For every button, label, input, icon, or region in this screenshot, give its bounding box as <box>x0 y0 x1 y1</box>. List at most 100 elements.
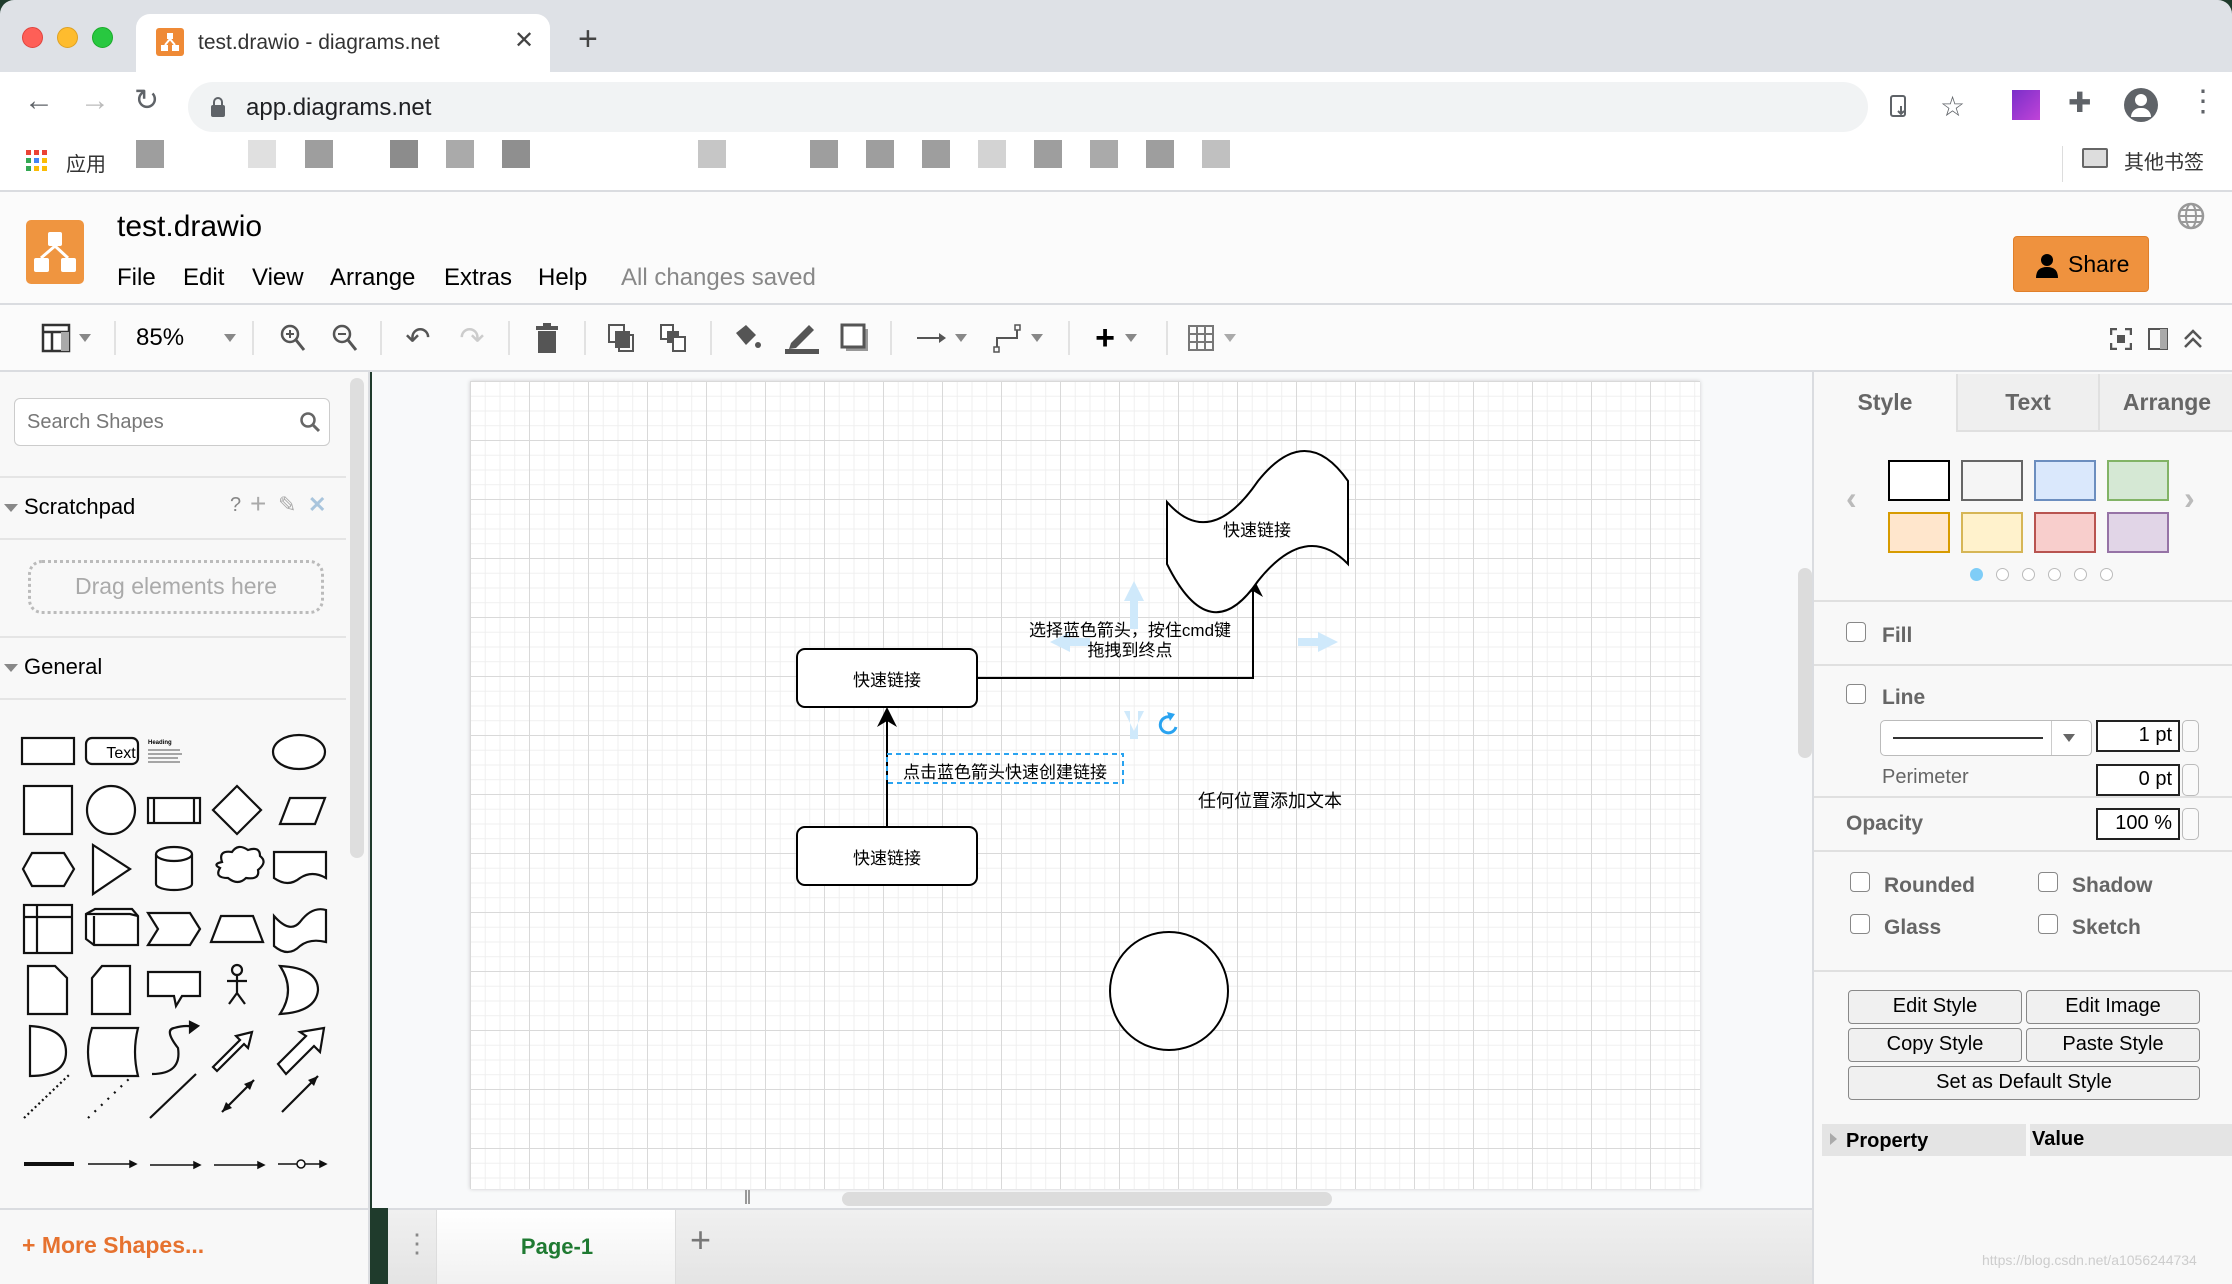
back-icon[interactable]: ← <box>24 86 54 116</box>
reload-icon[interactable]: ↻ <box>134 86 159 116</box>
rounded-checkbox[interactable] <box>1850 872 1870 892</box>
shape-bidirectional-arrow[interactable] <box>211 1030 254 1073</box>
document-title[interactable]: test.drawio <box>117 210 262 244</box>
search-icon[interactable] <box>299 411 321 433</box>
undo-icon[interactable]: ↶ <box>400 319 436 357</box>
search-shapes-input[interactable]: Search Shapes <box>14 398 330 446</box>
apps-bookmark[interactable]: 应用 <box>66 148 106 177</box>
swatch-page-dot[interactable] <box>2048 568 2061 581</box>
star-icon[interactable]: ☆ <box>1940 90 1965 123</box>
bookmark-item[interactable] <box>136 140 164 168</box>
shape-callout[interactable] <box>146 970 202 1010</box>
extension-rp-icon[interactable] <box>2012 90 2040 120</box>
waypoints-button[interactable] <box>988 319 1048 357</box>
fill-checkbox[interactable] <box>1846 622 1866 642</box>
scratchpad-header[interactable]: Scratchpad ? + ✎ ✕ <box>0 476 346 538</box>
close-window-button[interactable] <box>22 27 43 48</box>
shape-dashed-line[interactable] <box>23 1073 71 1119</box>
menu-arrange[interactable]: Arrange <box>330 264 415 292</box>
paste-style-button[interactable]: Paste Style <box>2026 1028 2200 1062</box>
shape-actor[interactable] <box>227 963 247 1005</box>
shape-hexagon[interactable] <box>21 851 76 888</box>
swatch-page-dot[interactable] <box>1970 568 1983 581</box>
shape-circle[interactable] <box>85 784 137 836</box>
bookmark-item[interactable] <box>390 140 418 168</box>
share-button[interactable]: Share <box>2013 236 2149 292</box>
puzzle-icon[interactable]: ✚ <box>2068 86 2091 119</box>
zoom-in-button[interactable] <box>276 319 310 357</box>
tab-text[interactable]: Text <box>1956 374 2098 432</box>
shape-note[interactable] <box>26 964 69 1016</box>
add-page-icon[interactable]: + <box>690 1222 711 1258</box>
shape-internal-storage[interactable] <box>22 903 74 955</box>
swatch-page-dot[interactable] <box>1996 568 2009 581</box>
menu-help[interactable]: Help <box>538 264 587 292</box>
more-icon[interactable]: ⋮ <box>2188 84 2218 119</box>
shape-and[interactable] <box>28 1024 68 1078</box>
style-swatch[interactable] <box>1961 512 2023 553</box>
shape-parallelogram[interactable] <box>278 796 327 826</box>
address-bar[interactable]: app.diagrams.net ☆ <box>188 82 1965 132</box>
shape-cloud[interactable] <box>215 845 265 884</box>
shape-thick-link[interactable] <box>24 1162 74 1166</box>
bookmark-item[interactable] <box>866 140 894 168</box>
new-tab-button[interactable]: + <box>578 22 598 56</box>
language-globe-icon[interactable] <box>2177 202 2205 230</box>
style-swatch[interactable] <box>1961 460 2023 501</box>
shape-or[interactable] <box>277 964 320 1016</box>
edit-pencil-icon[interactable]: ✎ <box>278 492 296 518</box>
shape-data-storage[interactable] <box>86 1026 140 1078</box>
browser-tab[interactable]: test.drawio - diagrams.net ✕ <box>136 14 550 72</box>
copy-style-button[interactable]: Copy Style <box>1848 1028 2022 1062</box>
line-color-button[interactable] <box>782 319 822 357</box>
swatch-page-dot[interactable] <box>2074 568 2087 581</box>
bookmark-item[interactable] <box>1146 140 1174 168</box>
shape-text[interactable]: Text <box>106 745 136 762</box>
bookmark-item[interactable] <box>810 140 838 168</box>
connection-style-button[interactable] <box>912 319 972 357</box>
menu-extras[interactable]: Extras <box>444 264 512 292</box>
shape-diamond[interactable] <box>211 784 263 836</box>
general-header[interactable]: General <box>0 636 346 698</box>
minimize-window-button[interactable] <box>57 27 78 48</box>
bookmark-item[interactable] <box>248 140 276 168</box>
glass-checkbox[interactable] <box>1850 914 1870 934</box>
shadow-checkbox[interactable] <box>2038 872 2058 892</box>
menu-edit[interactable]: Edit <box>183 264 224 292</box>
diagram-page[interactable]: 快速链接 快速链接 快速链接 选择蓝色箭头，按住cmd键 拖拽到终点 点击蓝色箭… <box>470 381 1700 1189</box>
edit-style-button[interactable]: Edit Style <box>1848 990 2022 1024</box>
line-pattern-select[interactable] <box>1880 720 2092 756</box>
bookmark-item[interactable] <box>1090 140 1118 168</box>
install-icon[interactable] <box>1888 94 1910 120</box>
tab-style[interactable]: Style <box>1814 374 1956 432</box>
opacity-input[interactable]: 100 % <box>2096 808 2180 840</box>
menu-file[interactable]: File <box>117 264 156 292</box>
shape-arrow[interactable] <box>276 1026 326 1076</box>
node-circle[interactable] <box>1109 931 1229 1051</box>
table-button[interactable] <box>1184 319 1240 357</box>
zoom-out-button[interactable] <box>328 319 362 357</box>
perimeter-stepper[interactable] <box>2182 764 2199 796</box>
bookmark-item[interactable] <box>1034 140 1062 168</box>
help-icon[interactable]: ? <box>230 494 241 517</box>
close-tab-icon[interactable]: ✕ <box>514 26 534 55</box>
sketch-checkbox[interactable] <box>2038 914 2058 934</box>
canvas-horizontal-scrollbar[interactable] <box>842 1192 1332 1206</box>
bookmark-item[interactable] <box>1202 140 1230 168</box>
line-checkbox[interactable] <box>1846 684 1866 704</box>
style-swatch[interactable] <box>1888 512 1950 553</box>
add-icon[interactable]: + <box>250 488 266 520</box>
chevron-right-icon[interactable]: › <box>2184 480 2195 517</box>
chevron-left-icon[interactable]: ‹ <box>1846 480 1857 517</box>
zoom-select[interactable]: 85% <box>136 319 236 357</box>
shape-triangle[interactable] <box>91 842 132 897</box>
shape-step[interactable] <box>146 911 202 947</box>
bookmark-item[interactable] <box>502 140 530 168</box>
style-swatch[interactable] <box>2107 460 2169 501</box>
edge-click-label[interactable]: 点击蓝色箭头快速创建链接 <box>887 758 1123 783</box>
fill-color-button[interactable] <box>730 319 764 357</box>
sidebar-scrollbar[interactable] <box>350 378 364 858</box>
collapse-chevron-up-icon[interactable] <box>2182 327 2204 349</box>
rotate-handle-icon[interactable] <box>1158 712 1178 735</box>
style-swatch[interactable] <box>2034 460 2096 501</box>
